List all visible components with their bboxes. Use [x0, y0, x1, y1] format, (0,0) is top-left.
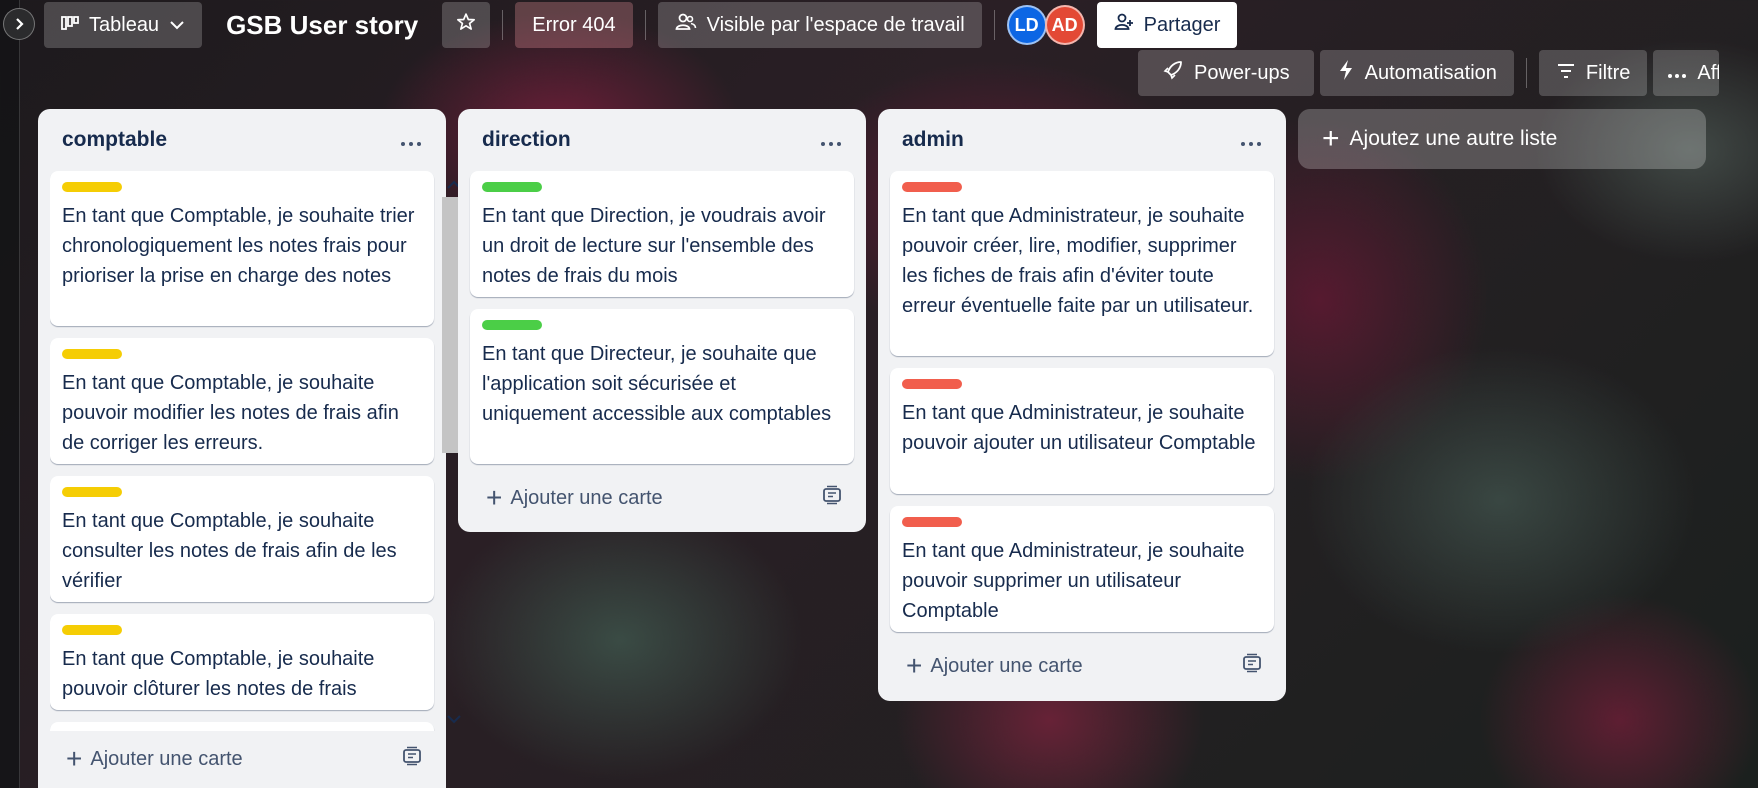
add-card-label: Ajouter une carte	[930, 654, 1083, 677]
card-title: En tant que Administrateur, je souhaite …	[902, 402, 1256, 454]
avatar[interactable]: AD	[1044, 5, 1085, 45]
add-card-button[interactable]: + Ajouter une carte	[486, 482, 663, 513]
list-header: admin	[890, 109, 1274, 171]
add-person-icon	[1114, 12, 1134, 38]
label-pill[interactable]	[62, 487, 122, 497]
powerups-button[interactable]: Power-ups	[1138, 50, 1314, 96]
card[interactable]: En tant que Comptable, je souhaite pouvo…	[50, 338, 434, 464]
label-pill[interactable]	[902, 379, 962, 389]
card-title: En tant que Comptable, je souhaite pouvo…	[62, 372, 399, 454]
card-title: En tant que Administrateur, je souhaite …	[902, 205, 1254, 317]
board-header: Tableau GSB User story Error 404 Visible…	[44, 2, 1238, 48]
card-title: En tant que Comptable, je souhaite pouvo…	[62, 648, 375, 700]
expand-sidebar-icon[interactable]	[3, 8, 35, 40]
left-rail	[0, 0, 20, 788]
label-pill[interactable]	[902, 517, 962, 527]
board-toolbar: Power-ups Automatisation Filtre Aff	[1138, 50, 1720, 96]
card-title: En tant que Administrateur, je souhaite …	[902, 540, 1245, 622]
automation-label: Automatisation	[1364, 61, 1497, 84]
card-title: En tant que Directeur, je souhaite que l…	[482, 343, 832, 425]
list-footer: + Ajouter une carte	[470, 470, 854, 526]
more-options-icon[interactable]	[820, 127, 842, 153]
chevron-down-icon[interactable]	[446, 711, 462, 727]
visibility-button[interactable]: Visible par l'espace de travail	[657, 2, 982, 48]
error-badge[interactable]: Error 404	[515, 2, 633, 48]
chevron-down-icon	[169, 14, 185, 37]
filter-icon	[1556, 62, 1576, 85]
list-header: direction	[470, 109, 854, 171]
card-template-icon[interactable]	[402, 746, 422, 772]
share-button[interactable]: Partager	[1096, 2, 1238, 48]
label-pill[interactable]	[482, 320, 542, 330]
avatar[interactable]: LD	[1006, 5, 1047, 45]
label-pill[interactable]	[62, 182, 122, 192]
plus-icon: +	[1322, 122, 1340, 155]
visibility-label: Visible par l'espace de travail	[706, 13, 965, 36]
card[interactable]: En tant que Administrateur, je souhaite …	[890, 171, 1274, 356]
list-direction: direction En tant que Direction, je voud…	[458, 109, 866, 532]
card-template-icon[interactable]	[1242, 653, 1262, 679]
lightning-icon	[1337, 59, 1355, 87]
automation-button[interactable]: Automatisation	[1319, 50, 1514, 96]
label-pill[interactable]	[482, 182, 542, 192]
divider	[993, 10, 995, 40]
board-members: LD AD	[1006, 5, 1085, 45]
list-footer: + Ajouter une carte	[50, 731, 434, 787]
list-header: comptable	[50, 109, 434, 171]
star-icon	[456, 12, 476, 38]
card[interactable]: En tant que Administrateur, je souhaite …	[890, 368, 1274, 494]
filter-label: Filtre	[1585, 61, 1631, 84]
workspace-members-icon	[675, 12, 697, 38]
view-label: Tableau	[89, 13, 160, 36]
list-footer: + Ajouter une carte	[890, 638, 1274, 694]
rocket-icon	[1162, 59, 1184, 87]
card-title: En tant que Comptable, je souhaite trier…	[62, 205, 415, 287]
share-label: Partager	[1143, 13, 1221, 36]
board-view-icon	[61, 14, 79, 37]
card[interactable]: En tant que Direction, je voudrais avoir…	[470, 171, 854, 297]
add-card-button[interactable]: + Ajouter une carte	[66, 743, 243, 774]
plus-icon: +	[66, 743, 83, 774]
view-more-label: Aff	[1697, 61, 1720, 84]
divider	[502, 10, 504, 40]
list-title[interactable]: comptable	[62, 128, 167, 152]
divider	[1525, 58, 1527, 88]
card[interactable]: En tant que Administrateur, je souhaite …	[890, 506, 1274, 632]
label-pill[interactable]	[62, 349, 122, 359]
board-title[interactable]: GSB User story	[214, 10, 430, 41]
list-admin: admin En tant que Administrateur, je sou…	[878, 109, 1286, 701]
add-list-button[interactable]: + Ajoutez une autre liste	[1298, 109, 1706, 169]
card[interactable]: En tant que Comptable, je souhaite pouvo…	[50, 614, 434, 710]
list-comptable: comptable En tant que Comptable, je souh…	[38, 109, 466, 788]
card[interactable]	[50, 722, 434, 731]
list-title[interactable]: direction	[482, 128, 571, 152]
label-pill[interactable]	[902, 182, 962, 192]
plus-icon: +	[906, 650, 923, 681]
add-card-button[interactable]: + Ajouter une carte	[906, 650, 1083, 681]
more-icon	[1667, 62, 1687, 85]
card[interactable]: En tant que Directeur, je souhaite que l…	[470, 309, 854, 464]
more-options-icon[interactable]	[400, 127, 422, 153]
add-list-label: Ajoutez une autre liste	[1349, 127, 1558, 150]
add-card-label: Ajouter une carte	[90, 747, 243, 770]
card-title: En tant que Direction, je voudrais avoir…	[482, 205, 826, 287]
filter-button[interactable]: Filtre	[1538, 50, 1648, 96]
powerups-label: Power-ups	[1194, 61, 1290, 84]
list-title[interactable]: admin	[902, 128, 964, 152]
more-options-icon[interactable]	[1240, 127, 1262, 153]
plus-icon: +	[486, 482, 503, 513]
card-template-icon[interactable]	[822, 485, 842, 511]
card[interactable]: En tant que Comptable, je souhaite consu…	[50, 476, 434, 602]
card-list: En tant que Comptable, je souhaite trier…	[50, 171, 470, 731]
card-title: En tant que Comptable, je souhaite consu…	[62, 510, 397, 592]
divider	[644, 10, 646, 40]
card[interactable]: En tant que Comptable, je souhaite trier…	[50, 171, 434, 326]
label-pill[interactable]	[62, 625, 122, 635]
view-switcher-button[interactable]: Tableau	[44, 2, 203, 48]
more-menu-button[interactable]: Aff	[1653, 50, 1720, 96]
star-board-button[interactable]	[442, 2, 491, 48]
add-card-label: Ajouter une carte	[510, 486, 663, 509]
